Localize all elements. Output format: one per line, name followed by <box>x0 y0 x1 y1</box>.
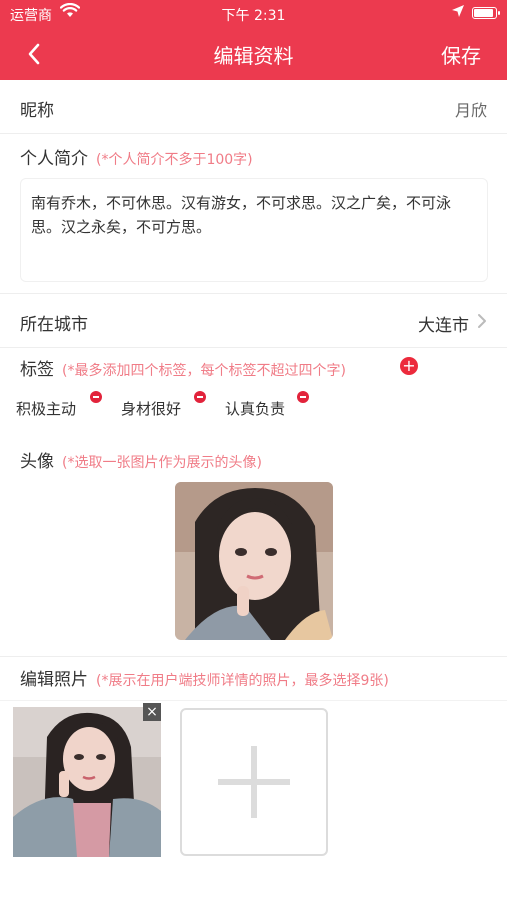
intro-textarea[interactable]: 南有乔木，不可休思。汉有游女，不可求思。汉之广矣，不可泳思。汉之永矣，不可方思。 <box>20 178 488 282</box>
remove-tag-icon[interactable] <box>297 391 309 403</box>
tag-item[interactable]: 积极主动 <box>16 391 102 425</box>
avatar-hint: (*选取一张图片作为展示的头像) <box>62 455 262 471</box>
city-label: 所在城市 <box>20 315 88 335</box>
nickname-value[interactable]: 月欣 <box>455 97 487 121</box>
city-row[interactable]: 所在城市 大连市 <box>0 294 507 348</box>
tag-label: 认真负责 <box>225 400 286 418</box>
tags-hint: (*最多添加四个标签，每个标签不超过四个字) <box>62 363 346 379</box>
save-button[interactable]: 保存 <box>441 40 481 69</box>
photos-header: 编辑照片 (*展示在用户端技师详情的照片，最多选择9张) <box>20 665 389 690</box>
tags-header: 标签 (*最多添加四个标签，每个标签不超过四个字) <box>20 355 346 380</box>
page-title: 编辑资料 <box>213 44 294 68</box>
tag-item[interactable]: 认真负责 <box>225 391 309 425</box>
add-photo-button[interactable] <box>180 708 328 856</box>
add-tag-button[interactable]: + <box>400 357 418 375</box>
photos-hint: (*展示在用户端技师详情的照片，最多选择9张) <box>96 673 389 689</box>
avatar-label: 头像 <box>20 452 54 472</box>
remove-tag-icon[interactable] <box>90 391 102 403</box>
chevron-right-icon <box>475 312 489 330</box>
intro-hint: (*个人简介不多于100字) <box>96 152 253 168</box>
intro-section: 个人简介 (*个人简介不多于100字) 南有乔木，不可休思。汉有游女，不可求思。汉… <box>0 134 507 294</box>
avatar-photo-icon <box>175 482 333 640</box>
tags-label: 标签 <box>20 360 54 380</box>
intro-label: 个人简介 (*个人简介不多于100字) <box>20 144 253 169</box>
photo-thumbnail[interactable] <box>13 707 161 857</box>
status-time: 下午 2:31 <box>221 8 286 24</box>
photo-image-icon <box>13 707 161 857</box>
remove-tag-icon[interactable] <box>194 391 206 403</box>
tag-item[interactable]: 身材很好 <box>121 391 206 425</box>
battery-icon <box>472 7 500 19</box>
nickname-row[interactable]: 昵称 月欣 <box>0 80 507 134</box>
avatar-header: 头像 (*选取一张图片作为展示的头像) <box>20 447 262 472</box>
avatar-image[interactable] <box>175 482 333 640</box>
divider <box>0 656 507 657</box>
location-arrow-icon <box>451 4 465 22</box>
divider <box>0 700 507 701</box>
photos-label: 编辑照片 <box>20 670 88 690</box>
status-bar: 运营商 下午 2:31 <box>0 0 507 28</box>
nav-bar: 编辑资料 保存 <box>0 28 507 80</box>
intro-label-text: 个人简介 <box>20 149 88 169</box>
tag-label: 积极主动 <box>16 400 77 418</box>
nickname-label: 昵称 <box>20 101 54 121</box>
remove-photo-button[interactable]: × <box>143 703 161 721</box>
tag-label: 身材很好 <box>121 400 182 418</box>
header-bar: 运营商 下午 2:31 编辑资料 保存 <box>0 0 507 80</box>
city-value: 大连市 <box>418 316 469 336</box>
